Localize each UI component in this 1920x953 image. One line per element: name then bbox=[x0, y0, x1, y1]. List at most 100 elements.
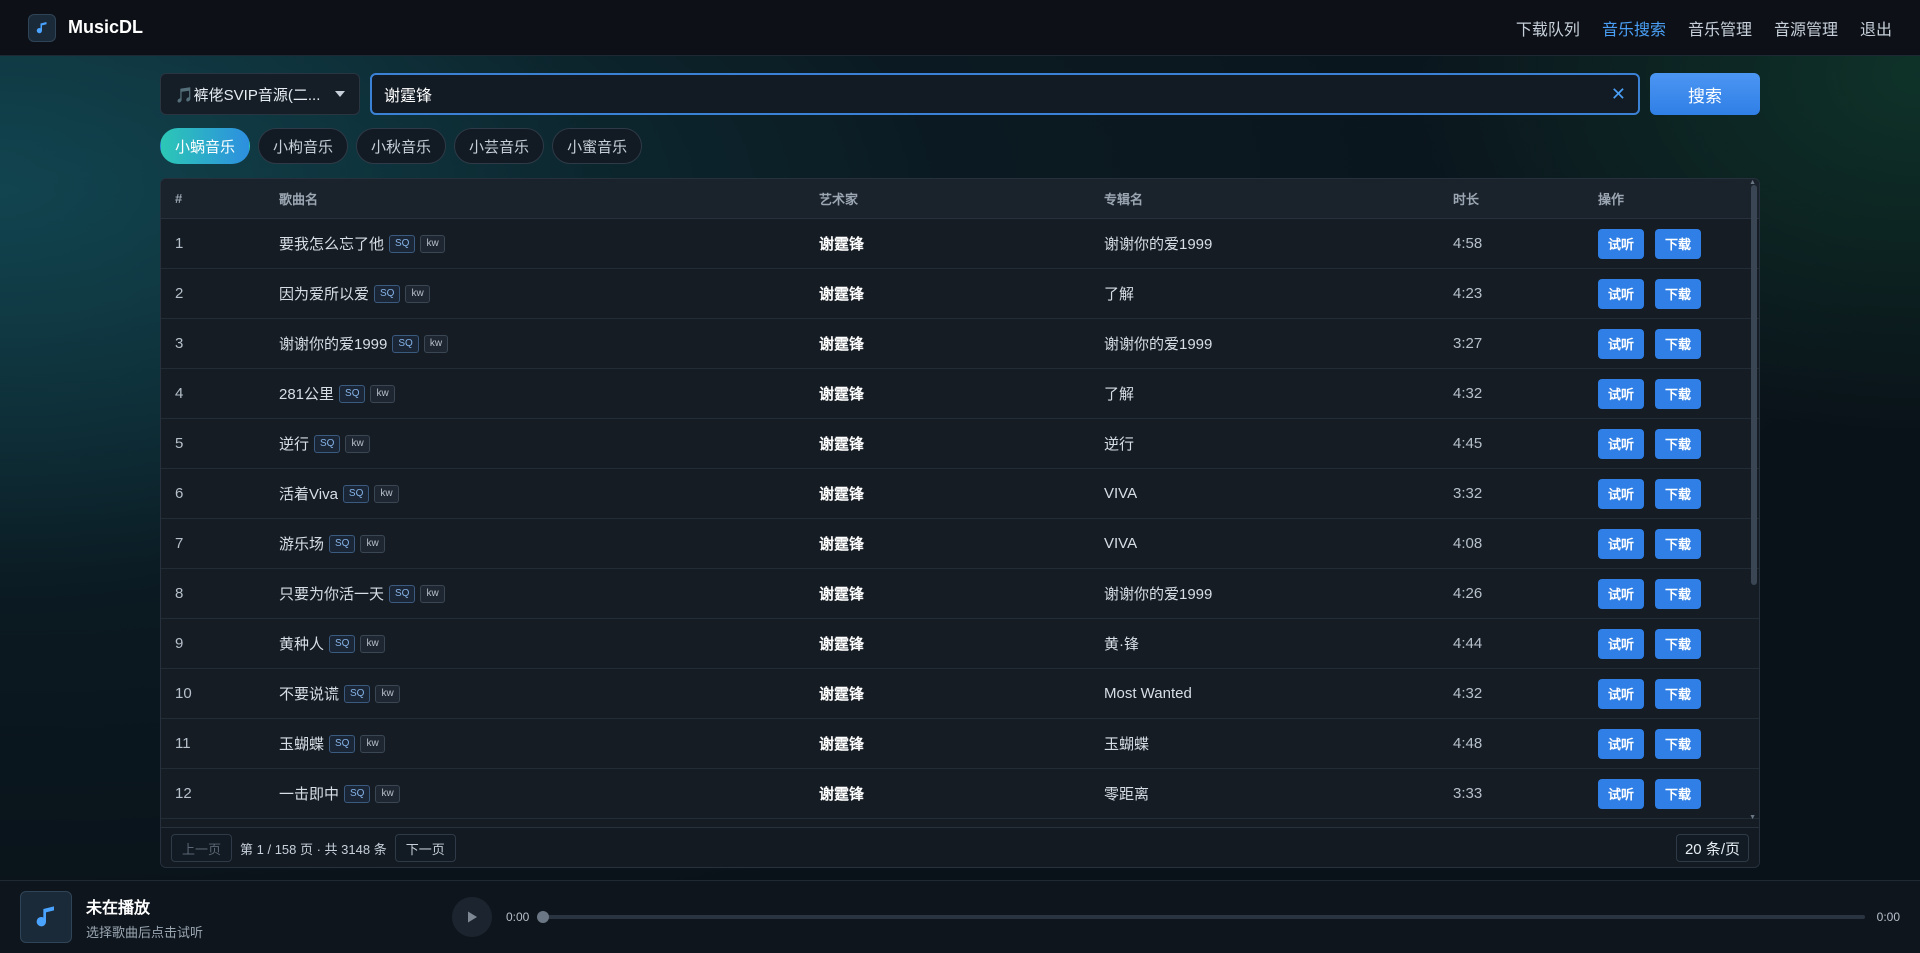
per-page-select[interactable]: 20 条/页 bbox=[1675, 834, 1749, 862]
preview-button[interactable]: 试听 bbox=[1598, 528, 1645, 559]
source-tag: kw bbox=[405, 284, 430, 303]
scrollbar[interactable] bbox=[1751, 185, 1757, 585]
song-cell: 玉蝴蝶 SQ kw bbox=[279, 733, 819, 754]
source-tag: kw bbox=[345, 434, 370, 453]
album-cell: 了解 bbox=[1104, 286, 1135, 303]
duration-cell: 4:08 bbox=[1453, 535, 1483, 552]
nav-logout[interactable]: 退出 bbox=[1860, 16, 1892, 40]
search-input[interactable] bbox=[384, 85, 1611, 103]
source-tag: kw bbox=[420, 234, 445, 253]
quality-tag: SQ bbox=[314, 434, 341, 453]
chevron-down-icon bbox=[335, 91, 345, 97]
download-button[interactable]: 下载 bbox=[1655, 678, 1702, 709]
table-row: 12 一击即中 SQ kw 谢霆锋 零距离 3:33 试听 下载 bbox=[161, 769, 1759, 819]
song-cell: 谢谢你的爱1999 SQ kw bbox=[279, 333, 819, 354]
duration-cell: 4:26 bbox=[1453, 585, 1483, 602]
song-name: 不要说谎 bbox=[279, 686, 340, 703]
artist-cell: 谢霆锋 bbox=[819, 436, 865, 453]
table-row: 5 逆行 SQ kw 谢霆锋 逆行 4:45 试听 下载 bbox=[161, 419, 1759, 469]
download-button[interactable]: 下载 bbox=[1655, 628, 1702, 659]
song-cell: 281公里 SQ kw bbox=[279, 383, 819, 404]
preview-button[interactable]: 试听 bbox=[1598, 678, 1645, 709]
play-button[interactable] bbox=[452, 897, 492, 937]
next-page-button[interactable]: 下一页 bbox=[394, 834, 456, 862]
song-cell: 逆行 SQ kw bbox=[279, 433, 819, 454]
row-index: 3 bbox=[175, 335, 184, 352]
album-cell: 黄·锋 bbox=[1104, 636, 1139, 653]
nav-source-manage[interactable]: 音源管理 bbox=[1774, 16, 1838, 40]
now-playing: 未在播放 选择歌曲后点击试听 bbox=[86, 894, 366, 941]
preview-button[interactable]: 试听 bbox=[1598, 778, 1645, 809]
preview-button[interactable]: 试听 bbox=[1598, 278, 1645, 309]
album-cell: Most Wanted bbox=[1104, 685, 1192, 702]
actions-cell: 试听 下载 bbox=[1598, 328, 1759, 359]
header-song-name: 歌曲名 bbox=[279, 192, 319, 207]
nav-music-manage[interactable]: 音乐管理 bbox=[1688, 16, 1752, 40]
player-bar: 未在播放 选择歌曲后点击试听 0:00 0:00 bbox=[0, 880, 1920, 953]
actions-cell: 试听 下载 bbox=[1598, 378, 1759, 409]
brand[interactable]: MusicDL bbox=[28, 13, 144, 42]
album-cell: 玉蝴蝶 bbox=[1104, 736, 1150, 753]
source-select[interactable]: 🎵裤佬SVIP音源(二... bbox=[160, 73, 360, 115]
search-button[interactable]: 搜索 bbox=[1650, 73, 1760, 115]
download-button[interactable]: 下载 bbox=[1655, 778, 1702, 809]
song-name: 281公里 bbox=[279, 386, 335, 403]
nav-download-queue[interactable]: 下载队列 bbox=[1516, 16, 1580, 40]
preview-button[interactable]: 试听 bbox=[1598, 328, 1645, 359]
song-name: 一击即中 bbox=[279, 786, 340, 803]
platform-tab[interactable]: 小蜜音乐 bbox=[552, 128, 643, 164]
nav-music-search[interactable]: 音乐搜索 bbox=[1602, 16, 1666, 40]
app-name: MusicDL bbox=[68, 17, 144, 37]
source-tag: kw bbox=[360, 534, 385, 553]
row-index: 1 bbox=[175, 235, 184, 252]
preview-button[interactable]: 试听 bbox=[1598, 578, 1645, 609]
song-cell: 不要说谎 SQ kw bbox=[279, 683, 819, 704]
clear-icon[interactable]: ✕ bbox=[1611, 84, 1626, 105]
download-button[interactable]: 下载 bbox=[1655, 378, 1702, 409]
header-index: # bbox=[175, 191, 183, 206]
platform-tab[interactable]: 小枸音乐 bbox=[258, 128, 349, 164]
song-cell: 只要为你活一天 SQ kw bbox=[279, 583, 819, 604]
table-body: 1 要我怎么忘了他 SQ kw 谢霆锋 谢谢你的爱1999 4:58 试听 下载… bbox=[161, 219, 1759, 819]
platform-tab[interactable]: 小蜗音乐 bbox=[160, 128, 251, 164]
download-button[interactable]: 下载 bbox=[1655, 278, 1702, 309]
download-button[interactable]: 下载 bbox=[1655, 728, 1702, 759]
play-icon bbox=[468, 911, 477, 923]
actions-cell: 试听 下载 bbox=[1598, 278, 1759, 309]
preview-button[interactable]: 试听 bbox=[1598, 428, 1645, 459]
progress-bar[interactable] bbox=[537, 911, 1865, 923]
duration-cell: 3:33 bbox=[1453, 785, 1483, 802]
table-row: 7 游乐场 SQ kw 谢霆锋 VIVA 4:08 试听 下载 bbox=[161, 519, 1759, 569]
preview-button[interactable]: 试听 bbox=[1598, 228, 1645, 259]
actions-cell: 试听 下载 bbox=[1598, 778, 1759, 809]
row-index: 11 bbox=[175, 735, 191, 752]
download-button[interactable]: 下载 bbox=[1655, 578, 1702, 609]
prev-page-button[interactable]: 上一页 bbox=[171, 834, 233, 862]
artist-cell: 谢霆锋 bbox=[819, 486, 865, 503]
scroll-down-icon[interactable]: ▼ bbox=[1749, 814, 1756, 821]
progress-knob[interactable] bbox=[537, 911, 550, 923]
download-button[interactable]: 下载 bbox=[1655, 428, 1702, 459]
platform-tab[interactable]: 小芸音乐 bbox=[454, 128, 545, 164]
table-row: 3 谢谢你的爱1999 SQ kw 谢霆锋 谢谢你的爱1999 3:27 试听 … bbox=[161, 319, 1759, 369]
preview-button[interactable]: 试听 bbox=[1598, 728, 1645, 759]
song-cell: 一击即中 SQ kw bbox=[279, 783, 819, 804]
preview-button[interactable]: 试听 bbox=[1598, 628, 1645, 659]
music-note-icon bbox=[36, 906, 54, 927]
song-name: 游乐场 bbox=[279, 536, 325, 553]
preview-button[interactable]: 试听 bbox=[1598, 478, 1645, 509]
preview-button[interactable]: 试听 bbox=[1598, 378, 1645, 409]
download-button[interactable]: 下载 bbox=[1655, 328, 1702, 359]
quality-tag: SQ bbox=[392, 334, 419, 353]
quality-tag: SQ bbox=[389, 234, 416, 253]
platform-tab[interactable]: 小秋音乐 bbox=[356, 128, 447, 164]
table-row: 1 要我怎么忘了他 SQ kw 谢霆锋 谢谢你的爱1999 4:58 试听 下载 bbox=[161, 219, 1759, 269]
row-index: 7 bbox=[175, 535, 184, 552]
download-button[interactable]: 下载 bbox=[1655, 228, 1702, 259]
album-cell: 了解 bbox=[1104, 386, 1135, 403]
song-cell: 活着Viva SQ kw bbox=[279, 483, 819, 504]
download-button[interactable]: 下载 bbox=[1655, 478, 1702, 509]
duration-cell: 4:32 bbox=[1453, 685, 1483, 702]
source-tag: kw bbox=[374, 484, 399, 503]
download-button[interactable]: 下载 bbox=[1655, 528, 1702, 559]
